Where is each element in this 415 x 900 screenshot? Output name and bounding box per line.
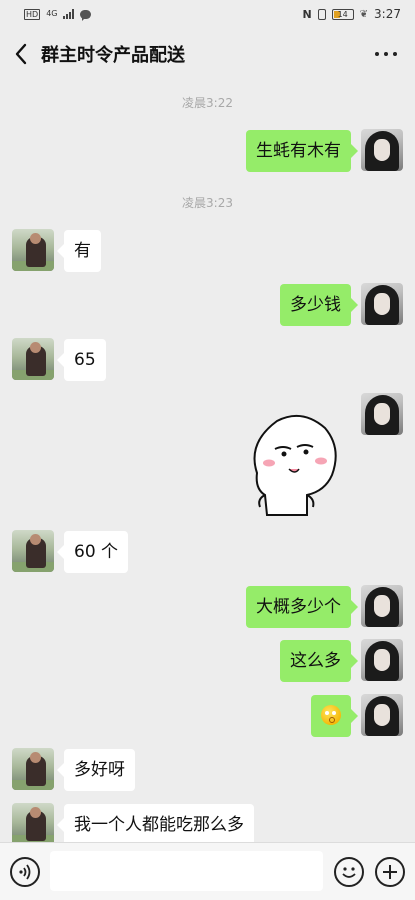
message-bubble-outgoing[interactable]: 多少钱 (280, 284, 358, 326)
message-bubble-outgoing[interactable]: 这么多 (280, 640, 358, 682)
message-bubble-outgoing[interactable] (311, 695, 358, 737)
my-avatar[interactable] (361, 639, 403, 681)
my-avatar[interactable] (361, 585, 403, 627)
chat-messages[interactable]: 凌晨3:22 生蚝有木有 凌晨3:23 有 多少钱 65 60 个 大概多少个 … (0, 80, 415, 842)
input-bar (0, 842, 415, 900)
chevron-left-icon (15, 43, 27, 65)
plus-icon (383, 865, 397, 879)
battery-level: 14 (337, 9, 348, 19)
status-bar: HD 4G N 14 ❦ 3:27 (0, 0, 415, 28)
more-dot-icon (375, 52, 379, 56)
more-features-button[interactable] (375, 857, 405, 887)
contact-avatar[interactable] (12, 530, 54, 572)
my-avatar[interactable] (361, 393, 403, 435)
status-time: 3:27 (374, 7, 401, 21)
message-bubble-incoming[interactable]: 多好呀 (57, 749, 135, 791)
my-avatar[interactable] (361, 129, 403, 171)
contact-avatar[interactable] (12, 229, 54, 271)
contact-avatar[interactable] (12, 803, 54, 842)
nfc-icon: N (302, 7, 312, 21)
message-input[interactable] (50, 851, 323, 891)
status-right: N 14 ❦ 3:27 (302, 7, 401, 21)
more-dot-icon (384, 52, 388, 56)
voice-button[interactable] (10, 857, 40, 887)
power-saving-icon: ❦ (359, 8, 369, 20)
smirk-face-sticker[interactable] (227, 403, 347, 519)
message-bubble-incoming[interactable]: 65 (57, 339, 106, 381)
message-bubble-incoming[interactable]: 有 (57, 230, 101, 272)
message-notification-icon (80, 9, 92, 21)
message-bubble-outgoing[interactable]: 大概多少个 (246, 586, 358, 628)
more-options-button[interactable] (375, 42, 397, 66)
timestamp: 凌晨3:23 (182, 196, 233, 210)
contact-avatar[interactable] (12, 748, 54, 790)
chat-header: 群主时令产品配送 (0, 28, 415, 80)
status-left: HD 4G (24, 8, 92, 21)
message-bubble-outgoing[interactable]: 生蚝有木有 (246, 130, 358, 172)
timestamp: 凌晨3:22 (182, 96, 233, 110)
vibrate-icon (317, 8, 326, 20)
my-avatar[interactable] (361, 694, 403, 736)
message-bubble-incoming[interactable]: 我一个人都能吃那么多 (57, 804, 254, 842)
my-avatar[interactable] (361, 283, 403, 325)
voice-icon (19, 864, 31, 880)
flushed-emoji-icon (321, 704, 341, 725)
battery-icon: 14 (331, 8, 354, 20)
message-bubble-incoming[interactable]: 60 个 (56, 531, 129, 573)
hd-indicator: HD (24, 8, 41, 20)
more-dot-icon (393, 52, 397, 56)
network-type: 4G (46, 9, 58, 18)
emoji-icon (342, 867, 356, 878)
back-button[interactable] (12, 42, 32, 66)
emoji-button[interactable] (334, 857, 364, 887)
chat-title: 群主时令产品配送 (41, 45, 185, 66)
signal-icon (63, 9, 75, 19)
contact-avatar[interactable] (12, 338, 54, 380)
